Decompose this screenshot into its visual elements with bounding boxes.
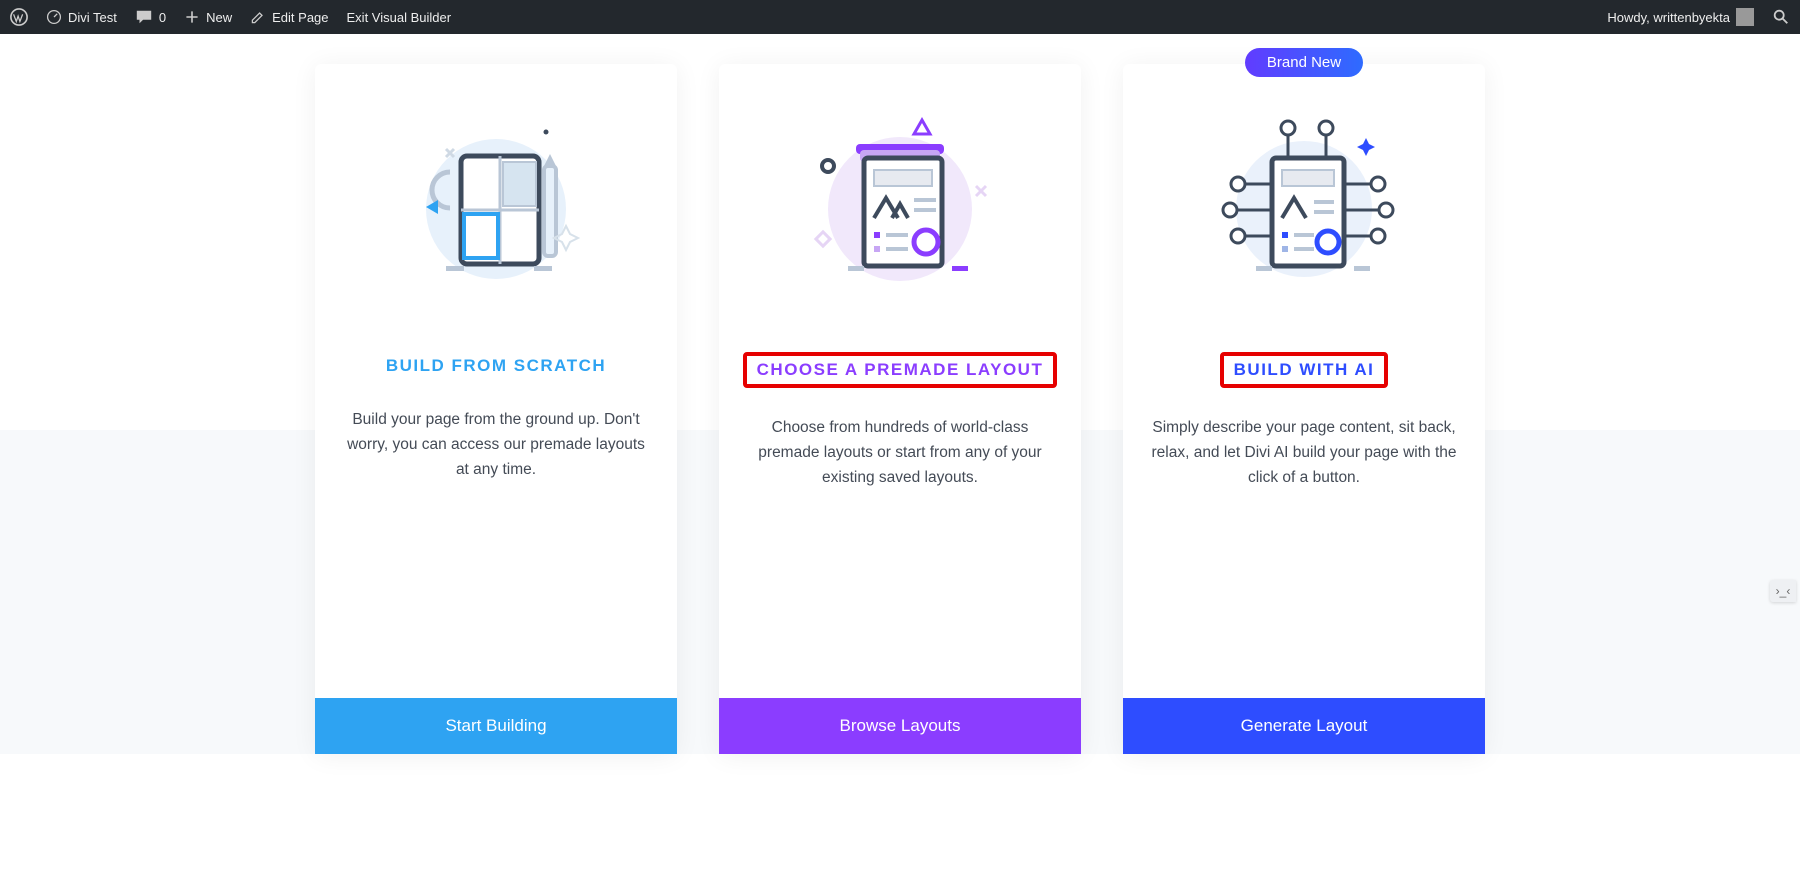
comment-icon bbox=[135, 8, 153, 26]
site-name-label: Divi Test bbox=[68, 10, 117, 25]
ai-illustration bbox=[1123, 104, 1485, 304]
card-desc-premade: Choose from hundreds of world-class prem… bbox=[719, 416, 1081, 588]
exit-visual-builder-link[interactable]: Exit Visual Builder bbox=[347, 10, 452, 25]
comments-link[interactable]: 0 bbox=[135, 8, 166, 26]
scratch-illustration bbox=[315, 104, 677, 304]
edit-page-link[interactable]: Edit Page bbox=[250, 9, 328, 25]
wp-admin-bar: Divi Test 0 New Edit Page Exit Visual Bu… bbox=[0, 0, 1800, 34]
search-icon[interactable] bbox=[1772, 8, 1790, 26]
wp-logo-icon[interactable] bbox=[10, 8, 28, 26]
premade-illustration bbox=[719, 104, 1081, 304]
card-desc-scratch: Build your page from the ground up. Don'… bbox=[315, 408, 677, 588]
user-greeting-link[interactable]: Howdy, writtenbyekta bbox=[1607, 8, 1754, 26]
card-title-ai: BUILD WITH AI bbox=[1220, 352, 1389, 388]
plus-icon bbox=[184, 9, 200, 25]
card-build-with-ai: Brand New bbox=[1123, 64, 1485, 754]
builder-choice-panel: BUILD FROM SCRATCH Build your page from … bbox=[0, 34, 1800, 754]
pencil-icon bbox=[250, 9, 266, 25]
site-name-link[interactable]: Divi Test bbox=[46, 9, 117, 25]
brand-new-badge: Brand New bbox=[1245, 48, 1363, 77]
card-build-from-scratch: BUILD FROM SCRATCH Build your page from … bbox=[315, 64, 677, 754]
start-building-button[interactable]: Start Building bbox=[315, 698, 677, 754]
card-desc-ai: Simply describe your page content, sit b… bbox=[1123, 416, 1485, 588]
comment-count: 0 bbox=[159, 10, 166, 25]
new-label: New bbox=[206, 10, 232, 25]
generate-layout-button[interactable]: Generate Layout bbox=[1123, 698, 1485, 754]
floating-widget-icon[interactable]: ›_‹ bbox=[1770, 580, 1796, 602]
edit-page-label: Edit Page bbox=[272, 10, 328, 25]
dashboard-icon bbox=[46, 9, 62, 25]
card-premade-layout: CHOOSE A PREMADE LAYOUT Choose from hund… bbox=[719, 64, 1081, 754]
greeting-label: Howdy, writtenbyekta bbox=[1607, 10, 1730, 25]
browse-layouts-button[interactable]: Browse Layouts bbox=[719, 698, 1081, 754]
exit-builder-label: Exit Visual Builder bbox=[347, 10, 452, 25]
avatar bbox=[1736, 8, 1754, 26]
card-title-scratch: BUILD FROM SCRATCH bbox=[376, 352, 616, 380]
new-content-link[interactable]: New bbox=[184, 9, 232, 25]
card-title-premade: CHOOSE A PREMADE LAYOUT bbox=[743, 352, 1058, 388]
